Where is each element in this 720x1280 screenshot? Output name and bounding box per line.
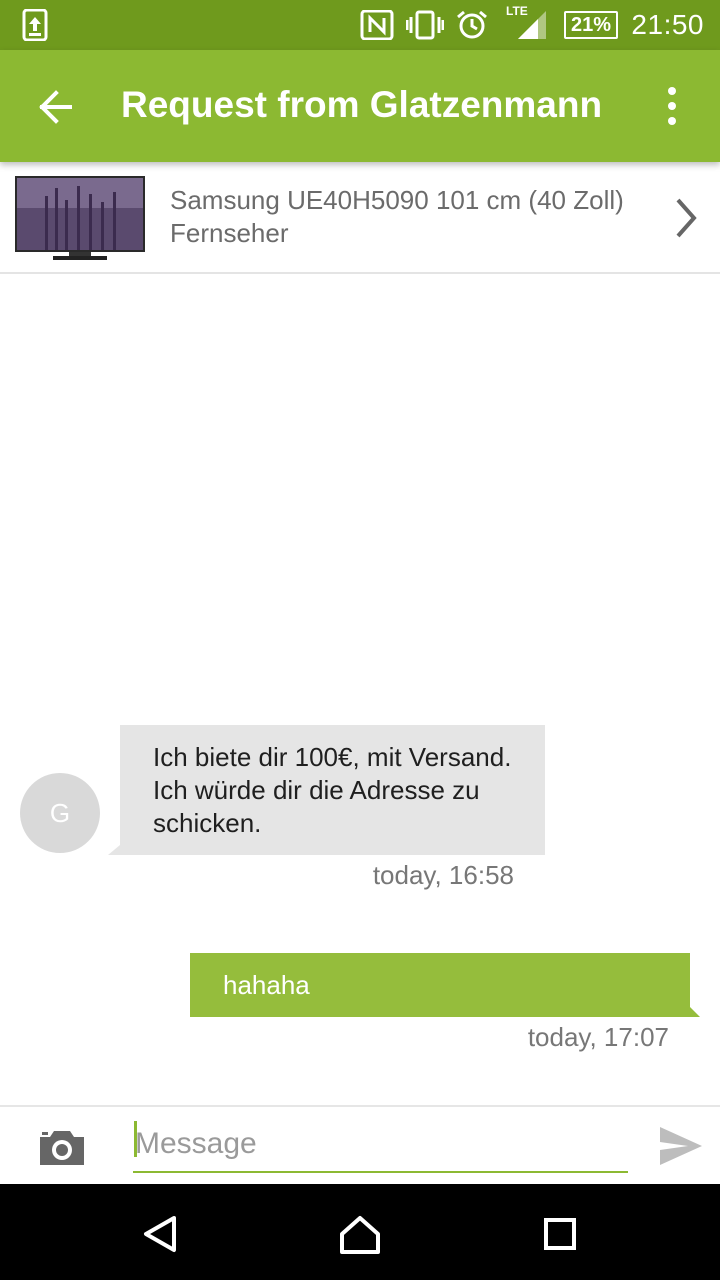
signal-icon xyxy=(518,11,546,39)
status-bar: LTE 21% 21:50 xyxy=(0,0,720,50)
outgoing-message-timestamp: today, 17:07 xyxy=(527,1022,669,1052)
incoming-message-bubble[interactable]: Ich biete dir 100€, mit Versand. Ich wür… xyxy=(108,725,545,855)
alarm-icon xyxy=(457,10,487,39)
product-thumbnail xyxy=(15,176,145,260)
nav-back-icon[interactable] xyxy=(138,1212,182,1256)
avatar[interactable]: G xyxy=(20,773,100,853)
page-title: Request from Glatzenmann xyxy=(121,84,603,125)
more-vert-icon[interactable] xyxy=(652,84,692,128)
upload-icon xyxy=(22,9,48,41)
app-bar: Request from Glatzenmann xyxy=(0,50,720,162)
nav-recents-icon[interactable] xyxy=(538,1212,582,1256)
product-title: Samsung UE40H5090 101 cm (40 Zoll) Ferns… xyxy=(170,185,624,248)
send-icon[interactable] xyxy=(658,1123,704,1169)
battery-indicator: 21% xyxy=(564,11,618,39)
outgoing-message-bubble[interactable]: hahaha xyxy=(190,953,700,1017)
bubble-tail xyxy=(108,845,120,855)
nfc-icon xyxy=(360,10,394,40)
nav-home-icon[interactable] xyxy=(338,1212,382,1256)
system-nav-bar xyxy=(0,1184,720,1280)
bubble-tail xyxy=(690,1007,700,1017)
outgoing-message-text: hahaha xyxy=(223,970,310,1000)
product-listing-link[interactable]: Samsung UE40H5090 101 cm (40 Zoll) Ferns… xyxy=(0,162,720,274)
message-composer xyxy=(0,1105,720,1184)
incoming-message-timestamp: today, 16:58 xyxy=(372,860,514,890)
message-list[interactable]: G Ich biete dir 100€, mit Versand. Ich w… xyxy=(0,274,720,1104)
text-cursor xyxy=(134,1121,137,1157)
camera-icon[interactable] xyxy=(38,1127,86,1167)
back-arrow-icon[interactable] xyxy=(30,82,80,132)
status-clock: 21:50 xyxy=(631,9,704,40)
vibrate-icon xyxy=(406,10,444,40)
incoming-message-text: Ich biete dir 100€, mit Versand. Ich wür… xyxy=(153,742,512,838)
chevron-right-icon xyxy=(676,198,697,238)
message-input[interactable] xyxy=(133,1117,628,1173)
